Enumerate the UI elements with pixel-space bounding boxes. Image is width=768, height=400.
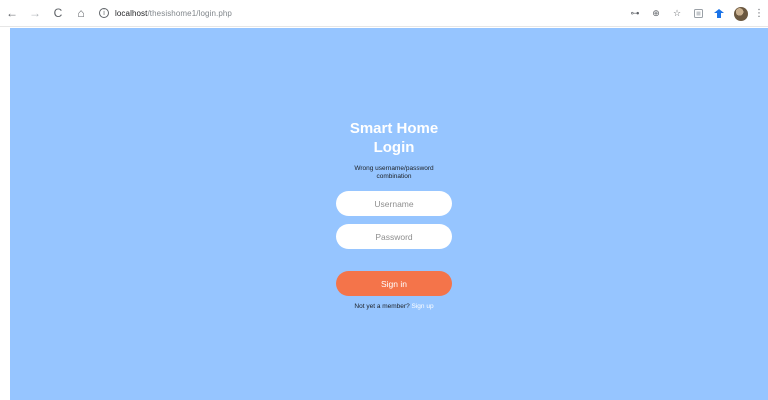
star-icon[interactable]: ☆	[670, 7, 684, 21]
address-bar[interactable]: i localhost/thesishome1/login.php	[99, 4, 579, 22]
forward-icon[interactable]: →	[27, 5, 43, 21]
url-host: localhost	[115, 8, 148, 18]
sign-up-link[interactable]: Sign up	[412, 303, 434, 310]
zoom-icon[interactable]: ⊕	[649, 7, 663, 21]
browser-toolbar: ← → C ⌂ i localhost/thesishome1/login.ph…	[0, 0, 768, 27]
member-prompt-text: Not yet a member?	[354, 303, 410, 310]
page-title: Smart Home Login	[349, 120, 439, 156]
info-icon[interactable]: i	[99, 8, 109, 18]
sign-in-button[interactable]: Sign in	[336, 271, 452, 296]
username-input[interactable]	[336, 191, 452, 216]
toolbar-actions: ⊶ ⊕ ☆ ⋮	[621, 0, 764, 27]
key-icon[interactable]: ⊶	[628, 7, 642, 21]
home-icon[interactable]: ⌂	[73, 5, 89, 21]
url-path: /thesishome1/login.php	[147, 8, 232, 18]
shield-extension-icon[interactable]	[712, 7, 726, 21]
login-form: Smart Home Login Wrong username/password…	[336, 119, 452, 310]
reload-icon[interactable]: C	[50, 5, 66, 21]
signup-prompt: Not yet a member? Sign up	[336, 303, 452, 310]
back-icon[interactable]: ←	[4, 5, 20, 21]
extension-icon[interactable]	[691, 7, 705, 21]
error-message: Wrong username/password combination	[354, 165, 434, 180]
login-page: Smart Home Login Wrong username/password…	[10, 28, 768, 400]
menu-icon[interactable]: ⋮	[754, 8, 764, 19]
password-input[interactable]	[336, 224, 452, 249]
profile-avatar[interactable]	[734, 6, 748, 21]
url-text[interactable]: localhost/thesishome1/login.php	[115, 9, 232, 18]
